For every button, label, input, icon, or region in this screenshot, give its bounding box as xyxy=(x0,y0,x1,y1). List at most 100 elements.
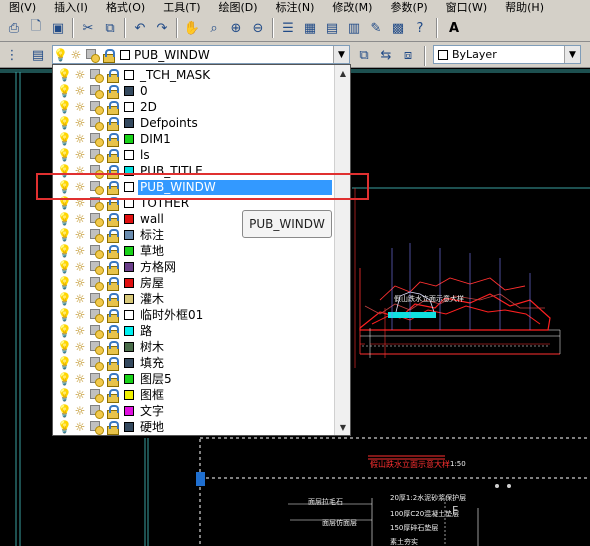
freeze-viewport-icon[interactable] xyxy=(89,244,104,259)
zoom-window-icon[interactable]: ⊕ xyxy=(226,18,246,38)
menu-parametric[interactable]: 参数(P) xyxy=(381,0,436,14)
unlock-icon[interactable] xyxy=(105,180,119,195)
layer-color-swatch[interactable] xyxy=(124,166,134,176)
lightbulb-icon[interactable]: 💡 xyxy=(57,212,72,226)
quickcalc-icon[interactable]: ▩ xyxy=(388,18,408,38)
freeze-viewport-icon[interactable] xyxy=(89,404,104,419)
undo-icon[interactable]: ↶ xyxy=(130,18,150,38)
lightbulb-icon[interactable]: 💡 xyxy=(57,148,72,162)
freeze-viewport-icon[interactable] xyxy=(89,324,104,339)
layer-color-swatch[interactable] xyxy=(124,118,134,128)
freeze-viewport-icon[interactable] xyxy=(89,292,104,307)
unlock-icon[interactable] xyxy=(105,212,119,227)
sun-icon[interactable]: ☼ xyxy=(73,148,87,162)
menu-insert[interactable]: 插入(I) xyxy=(45,0,97,14)
sun-icon[interactable]: ☼ xyxy=(73,164,87,178)
layer-row[interactable]: 💡 ☼ 2D xyxy=(53,99,335,115)
unlock-icon[interactable] xyxy=(105,404,119,419)
lightbulb-icon[interactable]: 💡 xyxy=(57,68,72,82)
unlock-icon[interactable] xyxy=(105,388,119,403)
layer-color-swatch[interactable] xyxy=(124,310,134,320)
unlock-icon[interactable] xyxy=(105,276,119,291)
layer-row[interactable]: 💡 ☼ ls xyxy=(53,147,335,163)
sun-icon[interactable]: ☼ xyxy=(73,356,87,370)
menu-help[interactable]: 帮助(H) xyxy=(496,0,553,14)
lightbulb-icon[interactable]: 💡 xyxy=(57,180,72,194)
copy-icon[interactable]: ⧉ xyxy=(100,18,120,38)
scroll-up-icon[interactable]: ▲ xyxy=(336,66,350,80)
unlock-icon[interactable] xyxy=(105,372,119,387)
layer-color-swatch[interactable] xyxy=(124,182,134,192)
freeze-viewport-icon[interactable] xyxy=(89,196,104,211)
sun-icon[interactable]: ☼ xyxy=(73,100,87,114)
sun-icon[interactable]: ☼ xyxy=(73,276,87,290)
properties-icon[interactable]: ☰ xyxy=(278,18,298,38)
unlock-icon[interactable] xyxy=(105,100,119,115)
freeze-viewport-icon[interactable] xyxy=(89,388,104,403)
layer-color-swatch[interactable] xyxy=(124,374,134,384)
layer-row[interactable]: 💡 ☼ 文字 xyxy=(53,403,335,419)
chevron-down-icon[interactable]: ▼ xyxy=(564,46,580,63)
sun-icon[interactable]: ☼ xyxy=(73,84,87,98)
lightbulb-icon[interactable]: 💡 xyxy=(57,244,72,258)
sun-icon[interactable]: ☼ xyxy=(73,308,87,322)
layer-color-swatch[interactable] xyxy=(124,422,134,432)
layer-color-swatch[interactable] xyxy=(124,342,134,352)
lightbulb-icon[interactable]: 💡 xyxy=(57,164,72,178)
redo-icon[interactable]: ↷ xyxy=(152,18,172,38)
layer-color-swatch[interactable] xyxy=(124,102,134,112)
lightbulb-icon[interactable]: 💡 xyxy=(57,420,72,434)
layer-row[interactable]: 💡 ☼ 图框 xyxy=(53,387,335,403)
make-current-icon[interactable]: ⧉ xyxy=(354,45,374,65)
layer-color-swatch[interactable] xyxy=(124,406,134,416)
layer-states-icon[interactable]: ⧈ xyxy=(398,45,418,65)
unlock-icon[interactable] xyxy=(105,260,119,275)
lightbulb-icon[interactable]: 💡 xyxy=(57,324,72,338)
lightbulb-icon[interactable]: 💡 xyxy=(57,116,72,130)
unlock-icon[interactable] xyxy=(105,84,119,99)
sun-icon[interactable]: ☼ xyxy=(73,388,87,402)
layer-row[interactable]: 💡 ☼ PUB_TITLE xyxy=(53,163,335,179)
menu-format[interactable]: 格式(O) xyxy=(97,0,154,14)
freeze-viewport-icon[interactable] xyxy=(89,84,104,99)
layer-row[interactable]: 💡 ☼ PUB_WINDW xyxy=(53,179,335,195)
sun-icon[interactable]: ☼ xyxy=(73,116,87,130)
pan-icon[interactable]: ✋ xyxy=(182,18,202,38)
layer-previous-icon[interactable]: ⇆ xyxy=(376,45,396,65)
sun-icon[interactable]: ☼ xyxy=(73,340,87,354)
unlock-icon[interactable] xyxy=(105,244,119,259)
chevron-down-icon[interactable]: ▼ xyxy=(333,46,349,63)
layer-color-swatch[interactable] xyxy=(124,246,134,256)
lightbulb-icon[interactable]: 💡 xyxy=(57,276,72,290)
lightbulb-icon[interactable]: 💡 xyxy=(57,372,72,386)
lightbulb-icon[interactable]: 💡 xyxy=(57,260,72,274)
layer-color-swatch[interactable] xyxy=(124,198,134,208)
lightbulb-icon[interactable]: 💡 xyxy=(57,196,72,210)
menu-view[interactable]: 图(V) xyxy=(0,0,45,14)
lightbulb-icon[interactable]: 💡 xyxy=(57,308,72,322)
freeze-viewport-icon[interactable] xyxy=(89,228,104,243)
sun-icon[interactable]: ☼ xyxy=(73,68,87,82)
freeze-viewport-icon[interactable] xyxy=(89,356,104,371)
layer-row[interactable]: 💡 ☼ 图层5 xyxy=(53,371,335,387)
unlock-icon[interactable] xyxy=(105,356,119,371)
help-icon[interactable]: ? xyxy=(410,18,430,38)
scrollbar[interactable]: ▲ ▼ xyxy=(334,65,350,435)
layer-row[interactable]: 💡 ☼ 填充 xyxy=(53,355,335,371)
layer-row[interactable]: 💡 ☼ DIM1 xyxy=(53,131,335,147)
menu-modify[interactable]: 修改(M) xyxy=(323,0,381,14)
menu-draw[interactable]: 绘图(D) xyxy=(210,0,267,14)
lightbulb-icon[interactable]: 💡 xyxy=(57,100,72,114)
layer-row[interactable]: 💡 ☼ 树木 xyxy=(53,339,335,355)
layer-color-swatch[interactable] xyxy=(124,214,134,224)
sun-icon[interactable]: ☼ xyxy=(73,324,87,338)
tool-palettes-icon[interactable]: ▤ xyxy=(322,18,342,38)
freeze-viewport-icon[interactable] xyxy=(89,116,104,131)
zoom-previous-icon[interactable]: ⊖ xyxy=(248,18,268,38)
sun-icon[interactable]: ☼ xyxy=(73,260,87,274)
layer-properties-icon[interactable]: ▤ xyxy=(28,45,48,65)
layer-row[interactable]: 💡 ☼ 房屋 xyxy=(53,275,335,291)
sun-icon[interactable]: ☼ xyxy=(73,420,87,434)
layer-color-swatch[interactable] xyxy=(124,278,134,288)
layer-color-swatch[interactable] xyxy=(124,230,134,240)
